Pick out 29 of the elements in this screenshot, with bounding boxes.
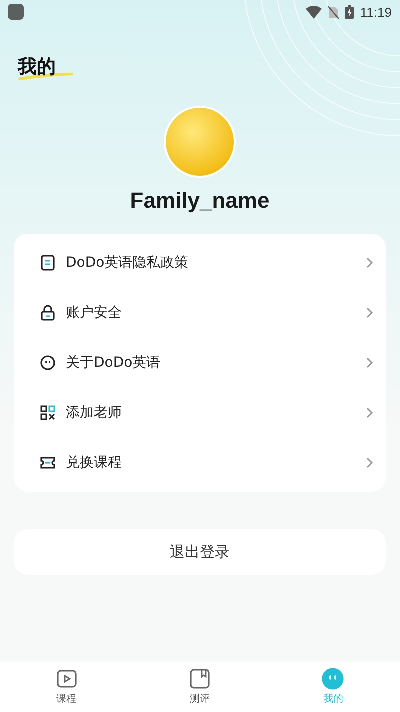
user-name: Family_name <box>130 188 270 214</box>
battery-icon <box>345 5 354 19</box>
lock-icon <box>40 305 56 321</box>
page-title: 我的 <box>18 57 56 78</box>
status-time: 11:19 <box>360 4 392 20</box>
chevron-right-icon <box>366 307 374 319</box>
chevron-right-icon <box>366 357 374 369</box>
logout-button[interactable]: 退出登录 <box>14 529 386 575</box>
qr-code-icon <box>40 405 56 421</box>
chevron-right-icon <box>366 457 374 469</box>
menu-item[interactable]: DoDo英语隐私政策 <box>14 238 386 288</box>
play-icon <box>56 668 78 690</box>
nav-tab[interactable]: 课程 <box>0 662 134 712</box>
chevron-right-icon <box>366 407 374 419</box>
book-icon <box>188 668 211 690</box>
menu-item[interactable]: 关于DoDo英语 <box>14 338 386 388</box>
face-icon <box>322 668 344 690</box>
nav-tab[interactable]: 测评 <box>133 662 267 712</box>
notification-icon <box>8 4 24 20</box>
menu-item[interactable]: 账户安全 <box>14 288 386 338</box>
ticket-icon <box>40 455 56 471</box>
wifi-icon <box>306 6 322 18</box>
avatar-icon <box>163 105 237 179</box>
menu-item[interactable]: 兑换课程 <box>14 438 386 488</box>
chevron-right-icon <box>366 257 374 269</box>
menu-item[interactable]: 添加老师 <box>14 388 386 438</box>
document-icon <box>40 255 56 271</box>
face-icon <box>40 355 56 371</box>
no-sim-icon <box>328 6 340 18</box>
